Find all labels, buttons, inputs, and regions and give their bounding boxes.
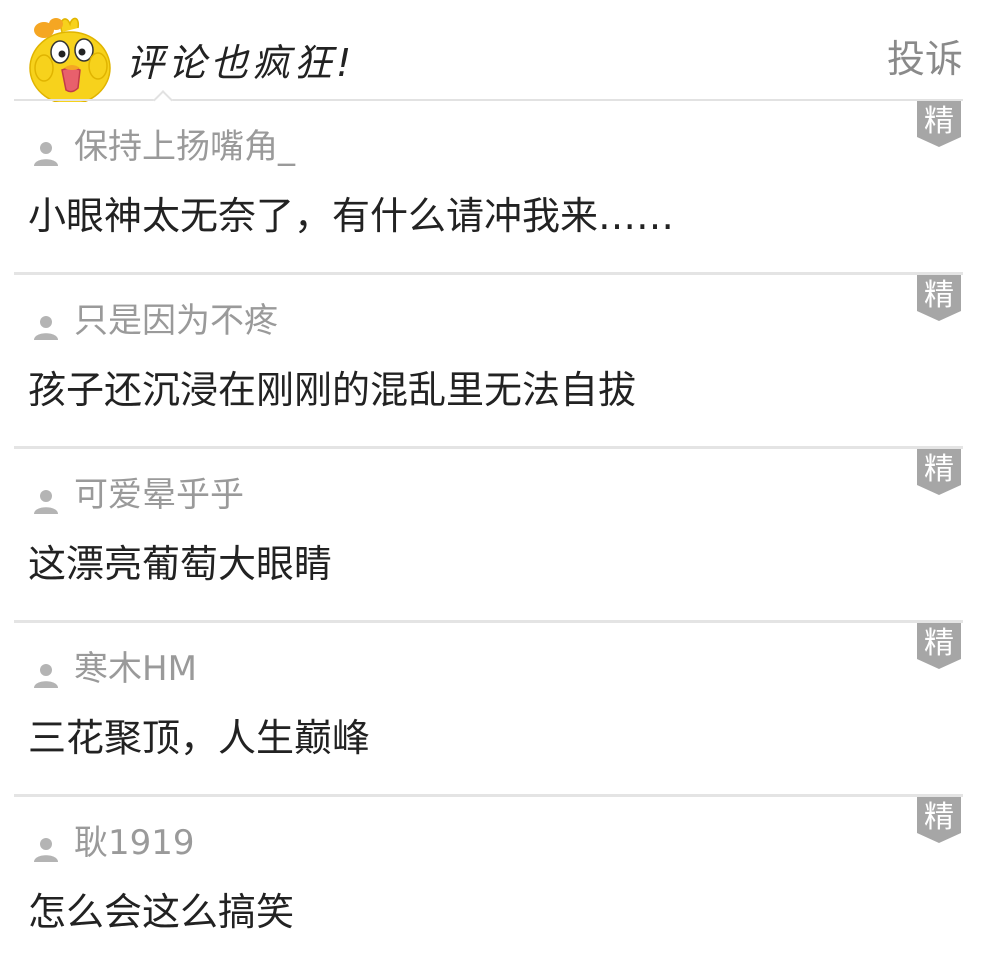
user-silhouette-icon — [34, 316, 58, 340]
featured-badge-label: 精 — [924, 278, 954, 313]
comment-item[interactable]: 耿1919 怎么会这么搞笑 精 — [14, 797, 963, 971]
featured-badge: 精 — [917, 101, 961, 147]
comment-item[interactable]: 保持上扬嘴角_ 小眼神太无奈了，有什么请冲我来…… 精 — [14, 101, 963, 275]
featured-badge-label: 精 — [924, 800, 954, 835]
comment-username[interactable]: 保持上扬嘴角_ — [74, 125, 295, 169]
comment-username[interactable]: 只是因为不疼 — [74, 299, 278, 343]
comment-username[interactable]: 可爱晕乎乎 — [74, 473, 244, 517]
comment-text: 这漂亮葡萄大眼睛 — [28, 542, 333, 586]
report-link[interactable]: 投诉 — [887, 36, 963, 82]
comment-item[interactable]: 只是因为不疼 孩子还沉浸在刚刚的混乱里无法自拔 精 — [14, 275, 963, 449]
featured-badge-label: 精 — [924, 626, 954, 661]
comment-text: 孩子还沉浸在刚刚的混乱里无法自拔 — [28, 368, 637, 412]
comment-list: 保持上扬嘴角_ 小眼神太无奈了，有什么请冲我来…… 精 只是因为不疼 孩子还沉浸… — [0, 101, 981, 971]
featured-badge-label: 精 — [924, 452, 954, 487]
user-silhouette-icon — [34, 664, 58, 688]
featured-badge: 精 — [917, 449, 961, 495]
comment-item[interactable]: 寒木HM 三花聚顶，人生巅峰 精 — [14, 623, 963, 797]
comments-header: 评论也疯狂! 投诉 — [0, 0, 981, 110]
comment-text: 怎么会这么搞笑 — [28, 890, 295, 934]
comment-username[interactable]: 寒木HM — [74, 647, 197, 691]
user-silhouette-icon — [34, 838, 58, 862]
featured-badge: 精 — [917, 797, 961, 843]
featured-badge: 精 — [917, 623, 961, 669]
featured-badge-label: 精 — [924, 104, 954, 139]
comment-text: 小眼神太无奈了，有什么请冲我来…… — [28, 194, 675, 238]
user-silhouette-icon — [34, 142, 58, 166]
comment-username[interactable]: 耿1919 — [74, 821, 195, 865]
header-title: 评论也疯狂! — [126, 41, 356, 85]
user-silhouette-icon — [34, 490, 58, 514]
yellow-chick-mascot-icon — [29, 17, 111, 102]
comment-text: 三花聚顶，人生巅峰 — [28, 716, 371, 760]
featured-badge: 精 — [917, 275, 961, 321]
comment-item[interactable]: 可爱晕乎乎 这漂亮葡萄大眼睛 精 — [14, 449, 963, 623]
